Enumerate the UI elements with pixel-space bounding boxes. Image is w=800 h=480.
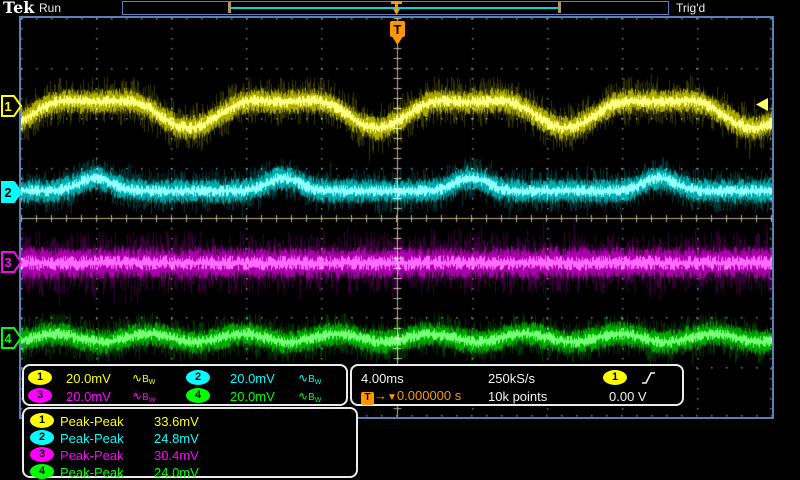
trigger-position-flag-icon: T [388, 20, 408, 48]
channel-2-badge: 2 [186, 370, 210, 385]
channel-3-scale: 20.0mV [66, 390, 111, 403]
down-marker-icon: ▼ [387, 392, 397, 403]
channel-marker-2: 2 [1, 181, 22, 203]
svg-text:4: 4 [4, 331, 12, 346]
measurements-box: 1 Peak-Peak 33.6mV 2 Peak-Peak 24.8mV 3 … [22, 407, 358, 478]
trigger-status: Trig'd [676, 1, 705, 15]
rising-edge-icon [640, 370, 657, 385]
record-length: 10k points [488, 390, 547, 403]
measurement-2-label: Peak-Peak [60, 432, 124, 445]
record-window-right-bracket-icon [558, 2, 561, 13]
svg-text:2: 2 [4, 185, 11, 200]
measurement-3-badge: 3 [30, 447, 54, 462]
right-edge-reference-arrow-icon [756, 98, 769, 111]
channel-4-coupling-bandwidth-icon: ∿BW [298, 390, 321, 404]
measurement-4-label: Peak-Peak [60, 466, 124, 479]
measurement-4-value: 24.0mV [154, 466, 199, 479]
measurement-1-value: 33.6mV [154, 415, 199, 428]
record-trigger-position-icon [390, 1, 403, 16]
channel-3-coupling-bandwidth-icon: ∿BW [132, 390, 155, 404]
waveform-display-area: T [19, 16, 774, 419]
svg-text:1: 1 [4, 99, 11, 114]
channel-marker-1: 1 [1, 95, 22, 117]
channel-3-badge: 3 [28, 388, 52, 403]
arrow-icon: → [374, 388, 387, 403]
measurement-1-label: Peak-Peak [60, 415, 124, 428]
channel-1-badge: 1 [28, 370, 52, 385]
channel-1-scale: 20.0mV [66, 372, 111, 385]
time-per-div: 4.00ms [361, 372, 404, 385]
channel-marker-4: 4 [1, 327, 22, 349]
channel-4-scale: 20.0mV [230, 390, 275, 403]
channel-2-scale: 20.0mV [230, 372, 275, 385]
channel-2-coupling-bandwidth-icon: ∿BW [298, 372, 321, 386]
record-window-left-bracket-icon [228, 2, 231, 13]
horizontal-trigger-box: 4.00ms 250kS/s 1 T→▼0.000000 s 10k point… [350, 364, 684, 406]
sample-rate: 250kS/s [488, 372, 535, 385]
trigger-delay-readout: T→▼0.000000 s [361, 389, 461, 405]
measurement-3-label: Peak-Peak [60, 449, 124, 462]
channel-1-coupling-bandwidth-icon: ∿BW [132, 372, 155, 386]
trigger-t-icon: T [361, 392, 374, 405]
svg-text:T: T [394, 22, 402, 37]
measurement-4-badge: 4 [30, 464, 54, 479]
top-status-bar: Tek Run Trig'd [0, 0, 800, 17]
measurement-2-value: 24.8mV [154, 432, 199, 445]
measurement-3-value: 30.4mV [154, 449, 199, 462]
trigger-level: 0.00 V [609, 390, 647, 403]
channel-settings-box: 1 20.0mV ∿BW 2 20.0mV ∿BW 3 20.0mV ∿BW 4… [22, 364, 348, 406]
tek-logo: Tek [3, 0, 34, 17]
trigger-source-badge: 1 [603, 370, 627, 385]
channel-4-badge: 4 [186, 388, 210, 403]
channel-marker-3: 3 [1, 251, 22, 273]
acquisition-status: Run [39, 1, 61, 15]
waveform-canvas [21, 18, 772, 417]
svg-text:3: 3 [4, 255, 11, 270]
measurement-1-badge: 1 [30, 413, 54, 428]
measurement-2-badge: 2 [30, 430, 54, 445]
